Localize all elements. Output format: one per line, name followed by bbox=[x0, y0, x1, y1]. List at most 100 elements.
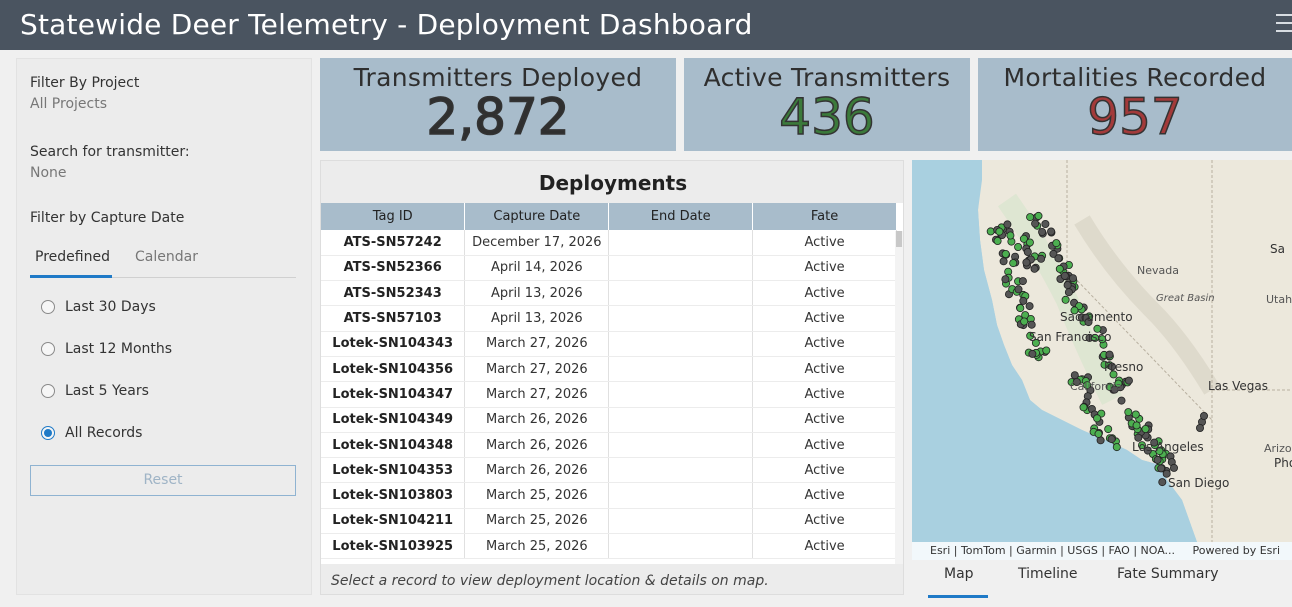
telemetry-point[interactable] bbox=[1195, 423, 1204, 432]
telemetry-point[interactable] bbox=[1038, 228, 1047, 237]
telemetry-point[interactable] bbox=[1124, 376, 1133, 385]
telemetry-point[interactable] bbox=[1104, 425, 1113, 434]
table-row[interactable]: ATS-SN57242 December 17, 2026 Active bbox=[321, 230, 897, 256]
telemetry-point[interactable] bbox=[1153, 455, 1162, 464]
telemetry-point[interactable] bbox=[1034, 211, 1043, 220]
telemetry-point[interactable] bbox=[1018, 277, 1027, 286]
telemetry-point[interactable] bbox=[995, 227, 1004, 236]
telemetry-point[interactable] bbox=[999, 257, 1008, 266]
telemetry-point[interactable] bbox=[1016, 304, 1025, 313]
telemetry-point[interactable] bbox=[1117, 396, 1126, 405]
radio-checked-icon[interactable] bbox=[41, 426, 55, 440]
table-row[interactable]: Lotek-SN104349 March 26, 2026 Active bbox=[321, 407, 897, 433]
telemetry-point[interactable] bbox=[1052, 239, 1061, 248]
telemetry-point[interactable] bbox=[1132, 421, 1141, 430]
telemetry-point[interactable] bbox=[1131, 410, 1140, 419]
telemetry-point[interactable] bbox=[1030, 264, 1039, 273]
telemetry-point[interactable] bbox=[1020, 317, 1029, 326]
radio-icon[interactable] bbox=[41, 300, 55, 314]
table-scrollbar[interactable] bbox=[895, 231, 903, 564]
table-row[interactable]: Lotek-SN103925 March 25, 2026 Active bbox=[321, 533, 897, 560]
telemetry-point[interactable] bbox=[1025, 302, 1034, 311]
project-filter-label: Filter By Project bbox=[30, 75, 140, 91]
tab-predefined[interactable]: Predefined bbox=[35, 249, 110, 265]
mortalities-recorded-card: Mortalities Recorded 957 bbox=[978, 58, 1292, 151]
attribution-text[interactable]: Esri | TomTom | Garmin | USGS | FAO | NO… bbox=[930, 544, 1175, 557]
table-row[interactable]: Lotek-SN104348 March 26, 2026 Active bbox=[321, 432, 897, 459]
column-header-tag-id[interactable]: Tag ID bbox=[321, 203, 466, 230]
telemetry-point[interactable] bbox=[1055, 264, 1064, 273]
tab-fate-summary[interactable]: Fate Summary bbox=[1117, 566, 1219, 582]
telemetry-point[interactable] bbox=[1014, 243, 1023, 252]
telemetry-point[interactable] bbox=[1124, 408, 1133, 417]
table-row[interactable]: ATS-SN57103 April 13, 2026 Active bbox=[321, 305, 897, 332]
map-basemap[interactable] bbox=[912, 160, 1292, 560]
telemetry-point[interactable] bbox=[1047, 227, 1056, 236]
telemetry-point[interactable] bbox=[1001, 275, 1010, 284]
capture-date-cell: April 13, 2026 bbox=[464, 305, 610, 332]
telemetry-point[interactable] bbox=[1009, 259, 1018, 268]
telemetry-point[interactable] bbox=[1014, 285, 1023, 294]
telemetry-point[interactable] bbox=[1003, 220, 1012, 229]
telemetry-point[interactable] bbox=[1054, 254, 1063, 263]
powered-by-esri[interactable]: Powered by Esri bbox=[1192, 542, 1280, 560]
telemetry-point[interactable] bbox=[1158, 478, 1167, 487]
search-transmitter-value[interactable]: None bbox=[30, 165, 67, 181]
telemetry-point[interactable] bbox=[1169, 463, 1178, 472]
column-header-fate[interactable]: Fate bbox=[752, 203, 897, 230]
table-scrollbar-thumb[interactable] bbox=[896, 231, 902, 247]
telemetry-point[interactable] bbox=[1093, 414, 1102, 423]
telemetry-point[interactable] bbox=[1023, 248, 1032, 257]
telemetry-point[interactable] bbox=[1027, 320, 1036, 329]
table-row[interactable]: Lotek-SN104347 March 27, 2026 Active bbox=[321, 381, 897, 408]
telemetry-point[interactable] bbox=[1037, 254, 1046, 263]
table-row[interactable]: Lotek-SN104353 March 26, 2026 Active bbox=[321, 457, 897, 484]
telemetry-point[interactable] bbox=[993, 237, 1002, 246]
telemetry-point[interactable] bbox=[1006, 231, 1015, 240]
radio-icon[interactable] bbox=[41, 342, 55, 356]
telemetry-point[interactable] bbox=[1079, 403, 1088, 412]
telemetry-point[interactable] bbox=[1028, 349, 1037, 358]
option-last-30-days[interactable]: Last 30 Days bbox=[41, 297, 156, 317]
telemetry-point[interactable] bbox=[1026, 213, 1035, 222]
radio-icon[interactable] bbox=[41, 384, 55, 398]
telemetry-point[interactable] bbox=[1068, 274, 1077, 283]
column-header-end-date[interactable]: End Date bbox=[608, 203, 754, 230]
table-row[interactable]: Lotek-SN104211 March 25, 2026 Active bbox=[321, 508, 897, 535]
telemetry-point[interactable] bbox=[1112, 443, 1121, 452]
telemetry-point[interactable] bbox=[1041, 220, 1050, 229]
hamburger-menu-icon[interactable] bbox=[1276, 14, 1292, 36]
telemetry-point[interactable] bbox=[1105, 350, 1114, 359]
table-row[interactable]: ATS-SN52366 April 14, 2026 Active bbox=[321, 255, 897, 282]
telemetry-point[interactable] bbox=[1031, 219, 1040, 228]
column-header-capture-date[interactable]: Capture Date bbox=[464, 203, 610, 230]
table-row[interactable]: Lotek-SN104343 March 27, 2026 Active bbox=[321, 331, 897, 357]
table-row[interactable]: Lotek-SN103803 March 25, 2026 Active bbox=[321, 482, 897, 509]
telemetry-point[interactable] bbox=[1061, 295, 1070, 304]
telemetry-point[interactable] bbox=[1199, 411, 1208, 420]
telemetry-point[interactable] bbox=[1019, 296, 1028, 305]
telemetry-point[interactable] bbox=[1094, 429, 1103, 438]
telemetry-point[interactable] bbox=[1022, 258, 1031, 267]
tab-calendar[interactable]: Calendar bbox=[135, 249, 198, 265]
telemetry-point[interactable] bbox=[1064, 288, 1073, 297]
telemetry-point[interactable] bbox=[1063, 281, 1072, 290]
telemetry-point[interactable] bbox=[1070, 371, 1079, 380]
option-last-12-months[interactable]: Last 12 Months bbox=[41, 339, 172, 359]
table-row[interactable]: Lotek-SN104356 March 27, 2026 Active bbox=[321, 356, 897, 383]
table-row[interactable]: ATS-SN52343 April 13, 2026 Active bbox=[321, 280, 897, 307]
tab-timeline[interactable]: Timeline bbox=[1018, 566, 1078, 582]
telemetry-point[interactable] bbox=[1042, 346, 1051, 355]
project-filter-value[interactable]: All Projects bbox=[30, 96, 107, 112]
option-last-5-years[interactable]: Last 5 Years bbox=[41, 381, 149, 401]
tab-map[interactable]: Map bbox=[944, 566, 974, 582]
deployment-map[interactable]: Nevada Great Basin Utah Sa Sacramento Sa… bbox=[912, 160, 1292, 560]
telemetry-point[interactable] bbox=[1060, 271, 1069, 280]
option-all-records[interactable]: All Records bbox=[41, 423, 142, 443]
reset-button[interactable]: Reset bbox=[30, 465, 296, 496]
telemetry-point[interactable] bbox=[986, 227, 995, 236]
telemetry-point[interactable] bbox=[1157, 464, 1166, 473]
telemetry-point[interactable] bbox=[1001, 250, 1010, 259]
telemetry-point[interactable] bbox=[1107, 435, 1116, 444]
telemetry-point[interactable] bbox=[1141, 424, 1150, 433]
